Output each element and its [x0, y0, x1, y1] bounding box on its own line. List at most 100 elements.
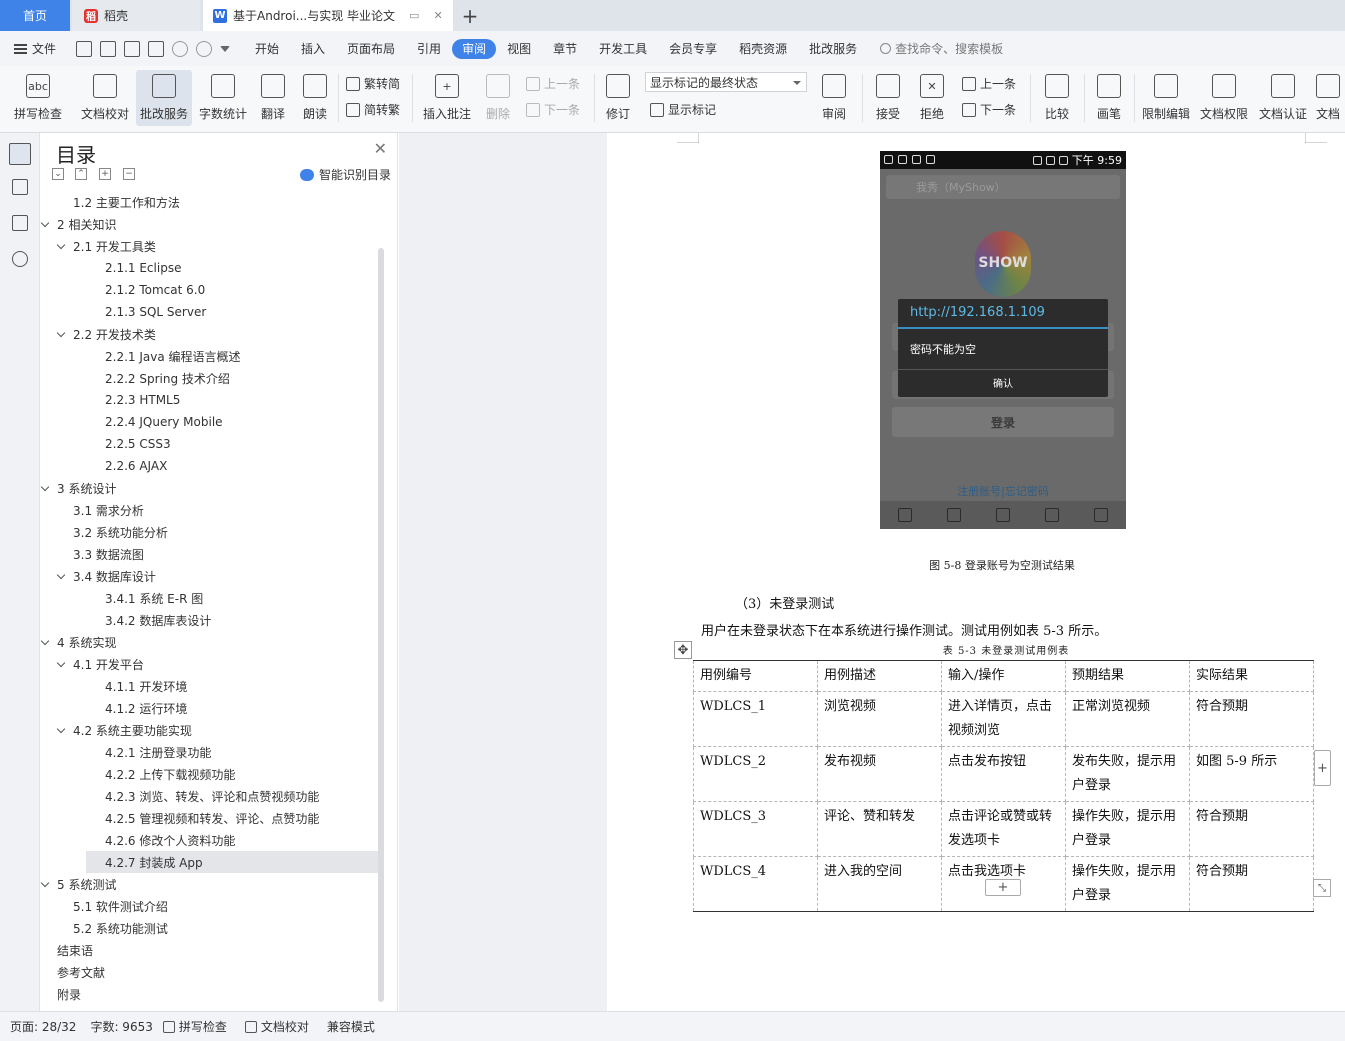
next-change-button[interactable]: 下一条 — [962, 101, 1016, 118]
word-count-button[interactable]: 字数统计 — [196, 70, 250, 126]
toc-item[interactable]: 结束语 — [57, 939, 93, 961]
print-icon[interactable] — [124, 40, 140, 57]
menu-developer[interactable]: 开发工具 — [588, 39, 658, 59]
toc-item[interactable]: 4.2.3 浏览、转发、评论和点赞视频功能 — [105, 785, 319, 807]
collapse-all-icon[interactable]: ⌄ — [52, 168, 64, 180]
chevron-down-icon[interactable] — [57, 725, 67, 735]
toc-item[interactable]: 2 相关知识 — [41, 213, 116, 235]
toc-item[interactable]: 3.4.1 系统 E-R 图 — [105, 587, 203, 609]
toc-item[interactable]: 3.4.2 数据库表设计 — [105, 609, 211, 631]
toc-item[interactable]: 3 系统设计 — [41, 477, 116, 499]
export-pdf-icon[interactable] — [100, 40, 116, 57]
toc-item[interactable]: 2.2.5 CSS3 — [105, 433, 171, 455]
toc-item[interactable]: 2.1 开发工具类 — [57, 235, 156, 257]
menu-member[interactable]: 会员专享 — [658, 39, 728, 59]
toc-item[interactable]: 4.2.6 修改个人资料功能 — [105, 829, 235, 851]
table-cell[interactable]: 符合预期 — [1189, 856, 1314, 912]
prev-comment-button[interactable]: 上一条 — [526, 75, 580, 92]
toc-item[interactable]: 4.1.2 运行环境 — [105, 697, 187, 719]
toc-item[interactable]: 2.2.6 AJAX — [105, 455, 167, 477]
toc-item[interactable]: 2.2 开发技术类 — [57, 323, 156, 345]
trad-to-simp-button[interactable]: 繁转简 — [346, 75, 400, 92]
page-indicator[interactable]: 页面: 28/32 — [10, 1018, 76, 1035]
table-cell[interactable]: 符合预期 — [1189, 801, 1314, 857]
add-heading-icon[interactable]: + — [99, 168, 111, 180]
toc-item[interactable]: 4.2 系统主要功能实现 — [57, 719, 192, 741]
insert-comment-button[interactable]: + 插入批注 — [420, 70, 474, 126]
menu-section[interactable]: 章节 — [542, 39, 588, 59]
table-cell[interactable]: 发布失败，提示用户登录 — [1065, 746, 1190, 802]
correction-service-button[interactable]: 批改服务 — [136, 70, 192, 126]
doc-auth-button[interactable]: 文档认证 — [1256, 70, 1310, 126]
chevron-down-icon[interactable] — [41, 637, 51, 647]
toc-item[interactable]: 4.2.7 封装成 App — [86, 851, 378, 873]
chevron-down-icon[interactable] — [41, 879, 51, 889]
bookmark-icon[interactable] — [12, 215, 28, 231]
tab-document[interactable]: W 基于Androi...与实现 毕业论文 ▭ ✕ — [203, 0, 453, 31]
table-header-cell[interactable]: 输入/操作 — [941, 660, 1066, 692]
table-cell[interactable]: 操作失败，提示用户登录 — [1065, 856, 1190, 912]
table-cell[interactable]: 点击发布按钮 — [941, 746, 1066, 802]
toc-item[interactable]: 4.2.1 注册登录功能 — [105, 741, 211, 763]
toc-scrollbar[interactable] — [378, 248, 384, 1002]
status-doc-proof[interactable]: 文档校对 — [244, 1018, 309, 1035]
toc-item[interactable]: 4.2.2 上传下载视频功能 — [105, 763, 235, 785]
simp-to-trad-button[interactable]: 简转繁 — [346, 101, 400, 118]
prev-change-button[interactable]: 上一条 — [962, 75, 1016, 92]
redo-icon[interactable] — [196, 40, 212, 57]
menu-correction-service[interactable]: 批改服务 — [798, 39, 868, 59]
tab-pin-icon[interactable]: ▭ — [409, 9, 419, 22]
show-markup-button[interactable]: 显示标记 — [650, 101, 716, 118]
chevron-down-icon[interactable] — [57, 329, 67, 339]
toc-item[interactable]: 3.2 系统功能分析 — [73, 521, 168, 543]
word-count-indicator[interactable]: 字数: 9653 — [90, 1018, 152, 1035]
find-icon[interactable] — [12, 251, 28, 267]
table-resize-handle[interactable]: ⤡ — [1313, 879, 1331, 897]
print-preview-icon[interactable] — [148, 40, 164, 57]
menu-page-layout[interactable]: 页面布局 — [336, 39, 406, 59]
command-search[interactable]: 查找命令、搜索模板 — [880, 40, 1003, 57]
pen-button[interactable]: 画笔 — [1090, 70, 1128, 126]
compare-button[interactable]: 比较 — [1036, 70, 1078, 126]
add-row-button[interactable]: + — [985, 879, 1021, 896]
toc-item[interactable]: 4.2.5 管理视频和转发、评论、点赞功能 — [105, 807, 319, 829]
table-cell[interactable]: WDLCS_1 — [693, 691, 818, 747]
toc-item[interactable]: 3.4 数据库设计 — [57, 565, 156, 587]
toc-panel-icon[interactable] — [9, 143, 31, 165]
menu-references[interactable]: 引用 — [406, 39, 452, 59]
next-comment-button[interactable]: 下一条 — [526, 101, 580, 118]
track-changes-button[interactable]: 修订 — [598, 70, 638, 126]
menu-start[interactable]: 开始 — [244, 39, 290, 59]
accept-button[interactable]: 接受 — [868, 70, 908, 126]
table-cell[interactable]: 点击评论或赞或转发选项卡 — [941, 801, 1066, 857]
close-icon[interactable]: ✕ — [374, 139, 387, 158]
table-cell[interactable]: 符合预期 — [1189, 691, 1314, 747]
menu-daoke-resources[interactable]: 稻壳资源 — [728, 39, 798, 59]
file-menu[interactable]: 文件 — [0, 40, 70, 57]
table-cell[interactable]: 操作失败，提示用户登录 — [1065, 801, 1190, 857]
review-pane-button[interactable]: 审阅 — [812, 70, 856, 126]
toc-item[interactable]: 2.2.2 Spring 技术介绍 — [105, 367, 230, 389]
toc-item[interactable]: 附录 — [57, 983, 81, 1005]
toc-item[interactable]: 5.2 系统功能测试 — [73, 917, 168, 939]
toc-item[interactable]: 3.1 需求分析 — [73, 499, 144, 521]
chevron-down-icon[interactable] — [57, 659, 67, 669]
status-spell-check[interactable]: 拼写检查 — [162, 1018, 227, 1035]
toc-item[interactable]: 2.2.3 HTML5 — [105, 389, 180, 411]
customize-dropdown-icon[interactable] — [220, 45, 230, 52]
table-cell[interactable]: 进入我的空间 — [817, 856, 942, 912]
translate-button[interactable]: 翻译 — [254, 70, 292, 126]
table-cell[interactable]: 正常浏览视频 — [1065, 691, 1190, 747]
table-header-cell[interactable]: 预期结果 — [1065, 660, 1190, 692]
test-case-table[interactable]: 用例编号 用例描述 输入/操作 预期结果 实际结果 WDLCS_1 浏览视频 进… — [693, 660, 1314, 912]
menu-view[interactable]: 视图 — [496, 39, 542, 59]
table-header-cell[interactable]: 用例描述 — [817, 660, 942, 692]
toc-item[interactable]: 4 系统实现 — [41, 631, 116, 653]
delete-comment-button[interactable]: 删除 — [478, 70, 518, 126]
toc-item[interactable]: 1.2 主要工作和方法 — [73, 191, 180, 213]
reject-button[interactable]: ✕ 拒绝 — [912, 70, 952, 126]
read-aloud-button[interactable]: 朗读 — [296, 70, 334, 126]
undo-icon[interactable] — [172, 40, 188, 57]
chevron-down-icon[interactable] — [57, 241, 67, 251]
toc-item[interactable]: 2.1.2 Tomcat 6.0 — [105, 279, 205, 301]
